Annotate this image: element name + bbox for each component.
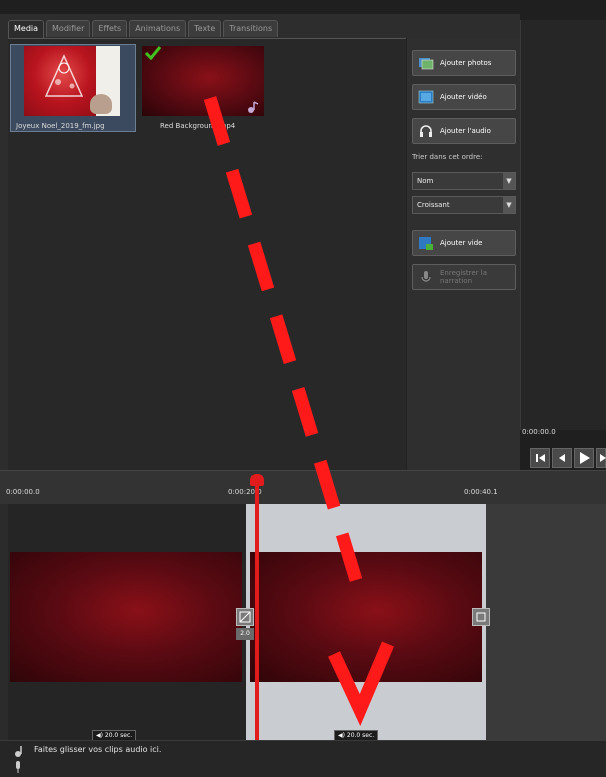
playhead[interactable] (255, 474, 259, 776)
add-empty-label: Ajouter vide (440, 239, 483, 247)
tab-effects[interactable]: Effets (92, 20, 128, 37)
time-ruler[interactable] (0, 470, 606, 505)
add-photos-button[interactable]: Ajouter photos (412, 50, 516, 76)
transition-duration: 2.0 (236, 628, 254, 640)
media-caption-1: Joyeux Noel_2019_fm.jpg (16, 122, 105, 130)
timeline-clip-1[interactable] (10, 552, 242, 682)
skip-start-icon (536, 454, 545, 462)
play-button[interactable] (574, 448, 594, 468)
ruler-label-end: 0:00:40.1 (464, 488, 498, 496)
track-empty-area (486, 504, 606, 740)
add-audio-button[interactable]: Ajouter l'audio (412, 118, 516, 144)
photos-icon (419, 58, 434, 70)
tab-transitions[interactable]: Transitions (223, 20, 279, 37)
chevron-down-icon: ▼ (503, 173, 515, 189)
playhead-handle[interactable] (250, 474, 264, 486)
sort-order-select[interactable]: Croissant ▼ (412, 196, 516, 214)
add-blank-icon (419, 237, 433, 250)
sort-by-value: Nom (417, 177, 434, 185)
timeline-clip-2[interactable] (250, 552, 482, 682)
skip-to-start-button[interactable] (530, 448, 550, 468)
step-back-button[interactable] (552, 448, 572, 468)
preview-time: 0:00:00.0 (522, 428, 556, 436)
top-toolbar (0, 0, 606, 14)
step-forward-icon (600, 454, 606, 462)
add-video-label: Ajouter vidéo (440, 93, 487, 101)
record-narration-label: Enregistrer la narration (440, 269, 488, 285)
chevron-down-icon: ▼ (503, 197, 515, 213)
speaker-icon: ◀) (96, 732, 103, 739)
video-icon (418, 90, 434, 104)
microphone-icon (16, 761, 20, 773)
tab-media[interactable]: Media (8, 20, 45, 39)
headphones-icon (420, 125, 432, 137)
audio-drop-hint: Faites glisser vos clips audio ici. (34, 745, 162, 754)
preview-screen (520, 20, 606, 430)
step-back-icon (559, 454, 565, 462)
clip-1-duration-text: 20.0 sec. (104, 732, 133, 739)
clip-2-duration-text: 20.0 sec. (346, 732, 375, 739)
step-forward-button[interactable] (596, 448, 606, 468)
tab-modifier[interactable]: Modifier (46, 20, 91, 37)
media-caption-2: Red Background.mp4 (160, 122, 236, 130)
sort-by-select[interactable]: Nom ▼ (412, 172, 516, 190)
record-narration-button[interactable]: Enregistrer la narration (412, 264, 516, 290)
music-note-icon (248, 101, 259, 113)
speaker-icon: ◀) (338, 732, 345, 739)
add-video-button[interactable]: Ajouter vidéo (412, 84, 516, 110)
tab-bar: Media Modifier Effets Animations Texte T… (8, 20, 518, 39)
checkmark-icon (144, 46, 162, 60)
image-corner-detail (90, 94, 112, 114)
add-audio-label: Ajouter l'audio (440, 127, 491, 135)
play-icon (580, 452, 590, 464)
tab-text[interactable]: Texte (188, 20, 222, 37)
tab-animations[interactable]: Animations (129, 20, 187, 37)
ruler-label-start: 0:00:00.0 (6, 488, 40, 496)
microphone-icon (421, 271, 431, 282)
add-empty-button[interactable]: Ajouter vide (412, 230, 516, 256)
sort-order-value: Croissant (417, 201, 450, 209)
transition-icon[interactable] (236, 608, 254, 626)
sort-label: Trier dans cet ordre: (412, 153, 483, 161)
audio-note-icon (15, 746, 22, 757)
end-transition-icon[interactable] (472, 608, 490, 626)
add-photos-label: Ajouter photos (440, 59, 492, 67)
